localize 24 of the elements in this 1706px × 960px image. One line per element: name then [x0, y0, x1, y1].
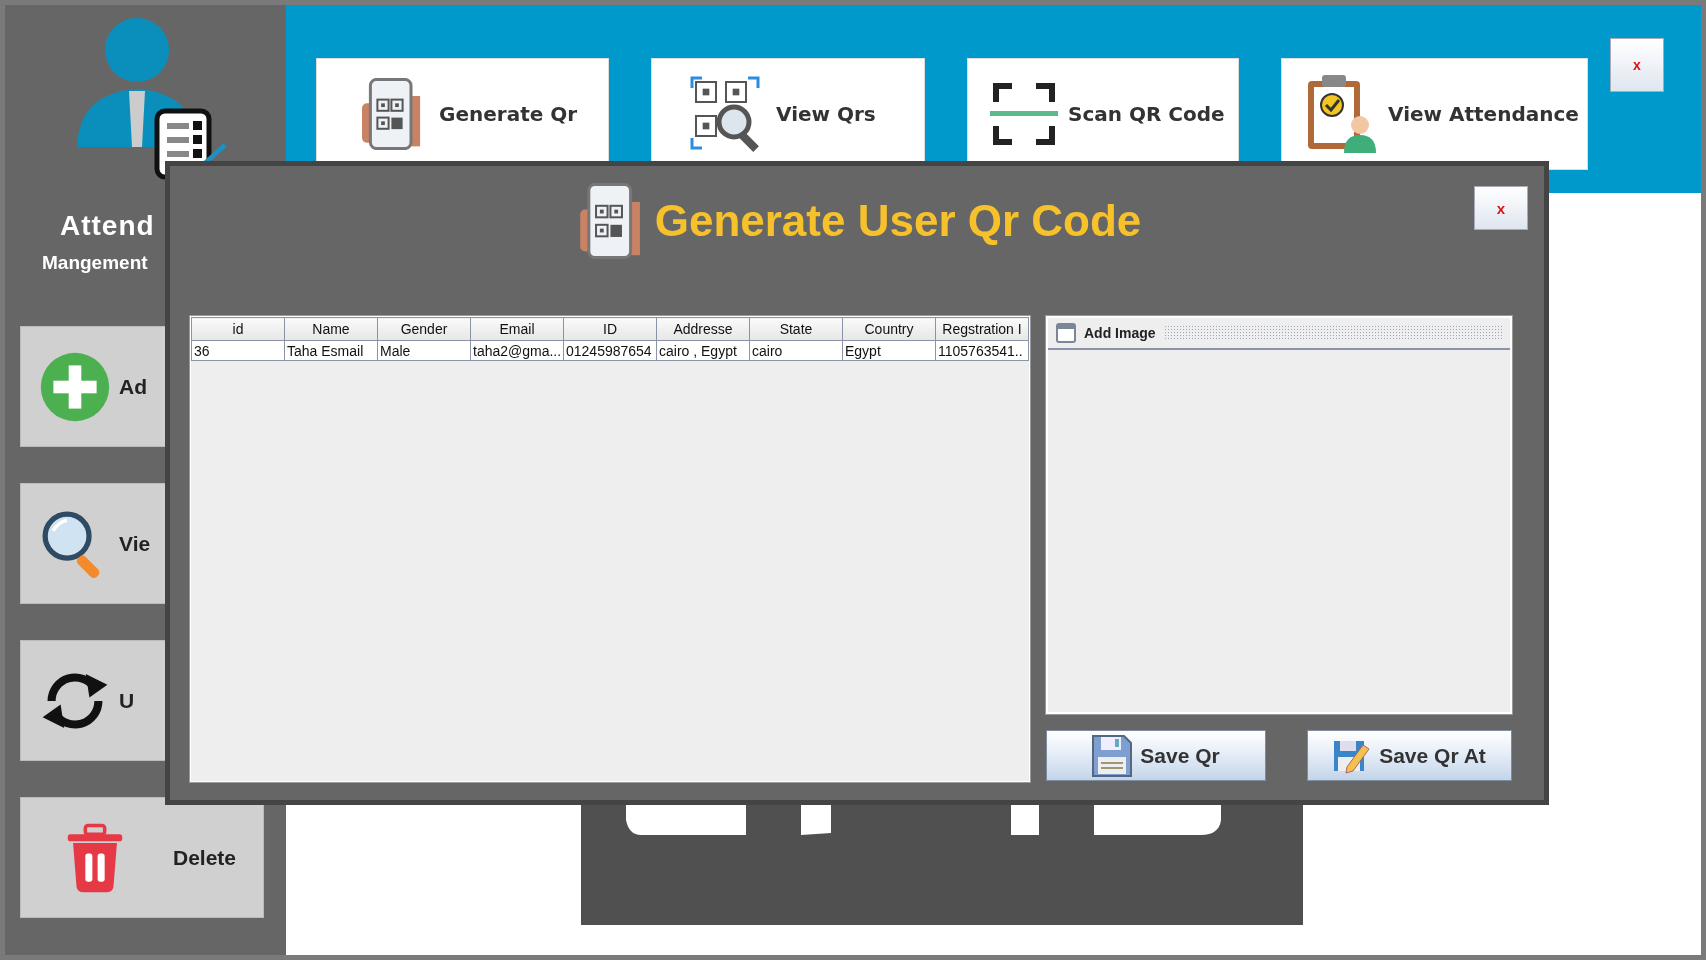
save-button[interactable]: Save Qr [1046, 730, 1266, 781]
column-header[interactable]: ID [563, 317, 657, 341]
qr-magnifier-icon [690, 76, 762, 152]
close-button[interactable]: x [1610, 38, 1664, 92]
column-header[interactable]: Name [284, 317, 378, 341]
app-subtitle: Mangement [42, 252, 148, 274]
app-title: Attend [60, 210, 155, 242]
save-button[interactable]: Save Qr At [1307, 730, 1512, 781]
column-header[interactable]: Regstration I [935, 317, 1029, 341]
plus-icon [39, 350, 111, 423]
close-button[interactable]: x [1474, 186, 1528, 230]
scan-frame-icon [990, 80, 1058, 148]
column-header[interactable]: Addresse [656, 317, 750, 341]
toolbar-tab[interactable]: View Attendance [1281, 58, 1588, 170]
window-icon [1056, 323, 1076, 343]
sidebar-button[interactable]: Delete [20, 797, 264, 918]
column-header[interactable]: State [749, 317, 843, 341]
column-header[interactable]: Country [842, 317, 936, 341]
table-cell: 36 [191, 340, 285, 361]
column-header[interactable]: id [191, 317, 285, 341]
column-header[interactable]: Gender [377, 317, 471, 341]
column-header[interactable]: Email [470, 317, 564, 341]
panel-title: Add Image [1084, 325, 1156, 341]
dialog-title: Generate User Qr Code [654, 196, 1142, 246]
